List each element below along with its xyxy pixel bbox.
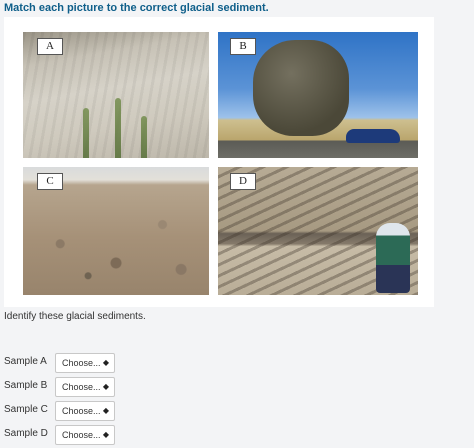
sample-select[interactable]: Choose... ◆ [55, 401, 115, 421]
photo-d: D [218, 167, 418, 295]
select-value: Choose... [62, 430, 101, 440]
photo-b: B [218, 32, 418, 158]
question-title: Match each picture to the correct glacia… [4, 2, 269, 14]
photo-label: A [37, 38, 63, 55]
up-down-caret-icon: ◆ [102, 430, 109, 439]
image-panel: A B C D [4, 17, 434, 307]
sample-select[interactable]: Choose... ◆ [55, 425, 115, 445]
sample-row: Sample A Choose... ◆ [4, 353, 304, 373]
photo-label: D [230, 173, 256, 190]
sample-row: Sample D Choose... ◆ [4, 425, 304, 445]
grass-tuft [115, 98, 121, 158]
sample-label: Sample D [4, 428, 48, 439]
car [346, 129, 400, 143]
sample-label: Sample B [4, 380, 48, 391]
up-down-caret-icon: ◆ [102, 358, 109, 367]
photo-label: C [37, 173, 63, 190]
sample-select[interactable]: Choose... ◆ [55, 353, 115, 373]
sample-label: Sample A [4, 356, 47, 367]
boulder [253, 40, 349, 136]
photo-a: A [23, 32, 209, 158]
grass-tuft [141, 116, 147, 158]
person [376, 223, 410, 293]
select-value: Choose... [62, 406, 101, 416]
photo-c: C [23, 167, 209, 295]
select-value: Choose... [62, 382, 101, 392]
photo-label: B [230, 38, 256, 55]
sample-row: Sample C Choose... ◆ [4, 401, 304, 421]
sample-label: Sample C [4, 404, 48, 415]
up-down-caret-icon: ◆ [102, 382, 109, 391]
sample-select[interactable]: Choose... ◆ [55, 377, 115, 397]
instructions-text: Identify these glacial sediments. [4, 311, 146, 322]
grass-tuft [83, 108, 89, 158]
up-down-caret-icon: ◆ [102, 406, 109, 415]
select-value: Choose... [62, 358, 101, 368]
sample-row: Sample B Choose... ◆ [4, 377, 304, 397]
